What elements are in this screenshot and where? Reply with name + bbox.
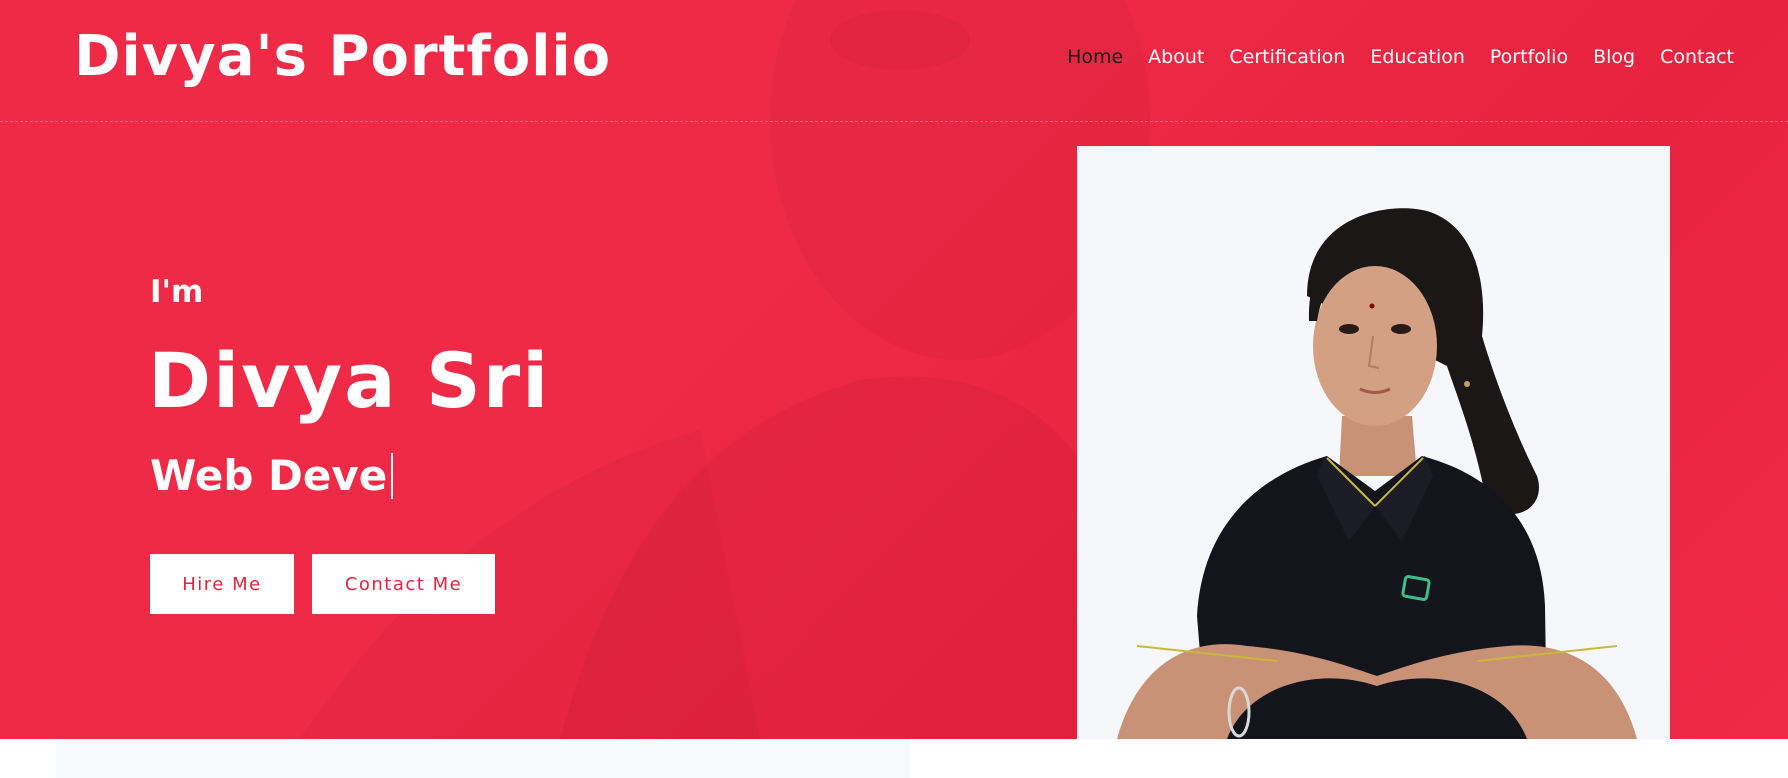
hero-role-text: Web Deve	[150, 451, 388, 500]
nav-blog[interactable]: Blog	[1593, 46, 1635, 68]
profile-photo	[1077, 146, 1670, 739]
hero-name: Divya Sri	[148, 336, 551, 425]
site-logo[interactable]: Divya's Portfolio	[74, 24, 611, 89]
hero-role: Web Deve	[150, 451, 394, 500]
text-caret-icon	[391, 452, 394, 499]
hero-section: Divya's Portfolio Home About Certificati…	[0, 0, 1788, 739]
contact-me-button[interactable]: Contact Me	[312, 554, 495, 614]
nav-portfolio[interactable]: Portfolio	[1490, 46, 1568, 68]
nav-about[interactable]: About	[1148, 46, 1204, 68]
nav-certification[interactable]: Certification	[1229, 46, 1345, 68]
hero-greeting: I'm	[150, 274, 204, 310]
nav-education[interactable]: Education	[1370, 46, 1465, 68]
hire-me-button[interactable]: Hire Me	[150, 554, 294, 614]
profile-photo-image	[1077, 146, 1670, 739]
nav-contact[interactable]: Contact	[1660, 46, 1734, 68]
header-divider	[0, 121, 1788, 122]
main-nav: Home About Certification Education Portf…	[1042, 46, 1734, 68]
nav-home[interactable]: Home	[1067, 46, 1123, 68]
next-section-panel	[56, 739, 910, 778]
